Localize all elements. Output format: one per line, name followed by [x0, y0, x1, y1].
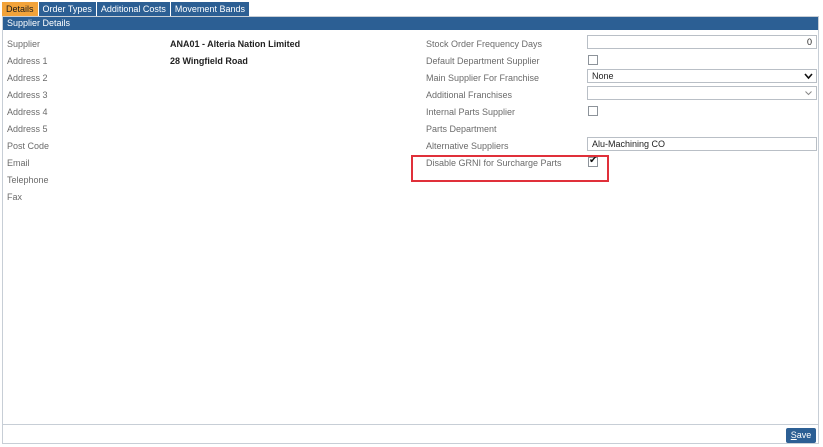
save-button-label-rest: ave: [796, 430, 812, 440]
main-supplier-franchise-label: Main Supplier For Franchise: [426, 73, 540, 83]
supplier-label: Supplier: [7, 39, 41, 49]
chevron-down-icon: [804, 70, 813, 85]
telephone-label: Telephone: [7, 175, 49, 185]
chevron-down-icon: [804, 87, 813, 102]
supplier-value: ANA01 - Alteria Nation Limited: [170, 39, 301, 49]
tab-bar: Details Order Types Additional Costs Mov…: [2, 2, 250, 16]
main-supplier-franchise-value: None: [592, 71, 614, 81]
address2-label: Address 2: [7, 73, 48, 83]
address4-label: Address 4: [7, 107, 48, 117]
alternative-suppliers-label: Alternative Suppliers: [426, 141, 509, 151]
main-supplier-franchise-select[interactable]: None: [587, 69, 817, 83]
fax-label: Fax: [7, 192, 23, 202]
footer-divider: [2, 424, 819, 425]
tab-movement-bands[interactable]: Movement Bands: [170, 2, 250, 16]
address1-label: Address 1: [7, 56, 48, 66]
parts-department-label: Parts Department: [426, 124, 497, 134]
default-department-supplier-label: Default Department Supplier: [426, 56, 540, 66]
stock-order-frequency-input[interactable]: 0: [587, 35, 817, 49]
tab-details[interactable]: Details: [2, 2, 39, 16]
internal-parts-supplier-checkbox[interactable]: [588, 106, 598, 116]
internal-parts-supplier-label: Internal Parts Supplier: [426, 107, 516, 117]
address3-label: Address 3: [7, 90, 48, 100]
address1-value: 28 Wingfield Road: [170, 56, 248, 66]
alternative-suppliers-input[interactable]: Alu-Machining CO: [587, 137, 817, 151]
tab-order-types[interactable]: Order Types: [38, 2, 97, 16]
highlight-box: [411, 155, 609, 182]
address5-label: Address 5: [7, 124, 48, 134]
save-button[interactable]: Save: [786, 428, 816, 443]
tab-additional-costs[interactable]: Additional Costs: [96, 2, 171, 16]
additional-franchises-label: Additional Franchises: [426, 90, 513, 100]
default-department-supplier-checkbox[interactable]: [588, 55, 598, 65]
additional-franchises-select[interactable]: [587, 86, 817, 100]
postcode-label: Post Code: [7, 141, 50, 151]
stock-order-frequency-label: Stock Order Frequency Days: [426, 39, 543, 49]
panel-header: Supplier Details: [3, 17, 818, 30]
email-label: Email: [7, 158, 30, 168]
